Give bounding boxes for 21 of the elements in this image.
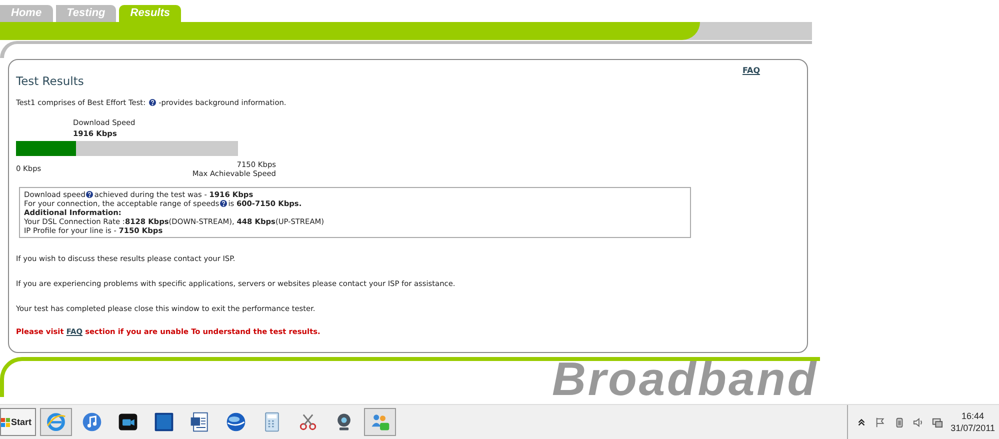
battery-icon[interactable] — [894, 416, 905, 428]
app-tile-icon — [152, 411, 175, 433]
brand-logo: Broadband — [552, 356, 818, 401]
help-icon[interactable] — [86, 191, 94, 198]
chevron-up-icon[interactable] — [856, 416, 867, 428]
faq-link[interactable]: FAQ — [742, 66, 760, 76]
network-icon[interactable] — [932, 416, 943, 428]
clock-date: 31/07/2011 — [950, 422, 995, 434]
panel-title: Test Results — [16, 74, 84, 88]
help-icon[interactable] — [220, 200, 228, 208]
music-note-icon — [80, 411, 103, 433]
flag-icon[interactable] — [874, 416, 886, 428]
speaker-icon[interactable] — [912, 416, 924, 428]
document-icon — [188, 411, 211, 433]
help-icon[interactable] — [148, 99, 156, 106]
clock-time: 16:44 — [962, 410, 984, 422]
e-browser-icon — [44, 411, 67, 433]
start-button[interactable]: Start — [0, 408, 36, 436]
globe-icon — [224, 411, 247, 433]
windows-flag-icon — [1, 418, 10, 426]
video-camera-icon — [116, 411, 139, 433]
